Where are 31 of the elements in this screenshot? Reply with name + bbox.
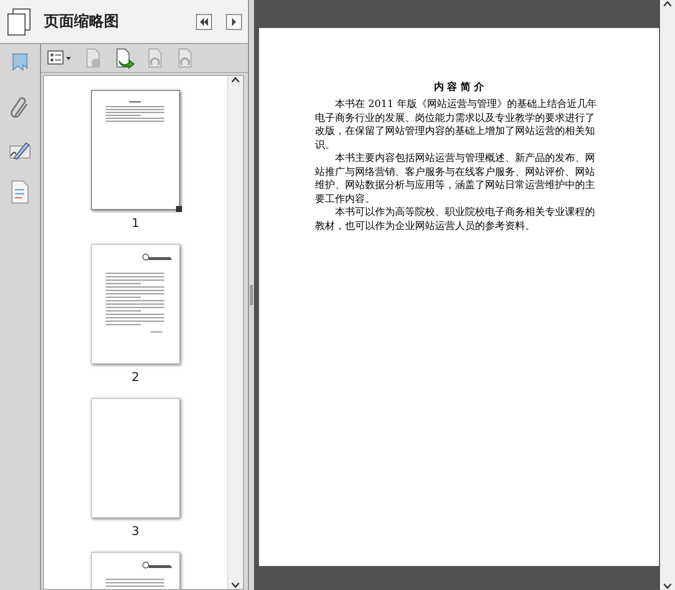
double-left-icon [199,18,209,26]
collapse-button[interactable] [196,14,212,30]
scrollbar[interactable] [227,76,243,589]
page-thumbnail[interactable] [91,398,180,518]
page-number: 3 [132,524,140,538]
scroll-down-icon[interactable] [231,580,240,589]
paragraph: 本书在 2011 年版《网站运营与管理》的基础上结合近几年电子商务行业的发展、岗位能力需求以及专业教学的要求进行了改版，在保留了网站管理内容的基础上增加了网站运营的相关知识。 [315,98,598,152]
scroll-down-icon[interactable] [663,581,672,590]
splitter[interactable] [249,0,254,590]
scroll-up-icon[interactable] [231,76,240,85]
right-icon [230,18,238,26]
page-number: 2 [132,370,140,384]
page-thumbnail-drawing [106,101,164,122]
page-heading: 内 容 简 介 [432,80,486,94]
panel-title: 页面缩略图 [44,12,120,31]
scrollbar[interactable] [660,0,675,590]
options-icon [47,50,73,66]
resize-handle[interactable] [176,206,182,212]
document-icon[interactable] [10,180,30,204]
expand-button[interactable] [226,14,242,30]
page-thumbnail-drawing [106,562,172,587]
page-number: 1 [132,216,140,230]
pen-icon[interactable] [8,140,32,162]
page-thumbnail[interactable] [91,90,180,210]
paragraph: 本书可以作为高等院校、职业院校电子商务相关专业课程的教材，也可以作为企业网站运营人员的参考资料。 [315,206,596,233]
page-thumbnail[interactable] [91,244,180,364]
toolbar-button[interactable] [47,50,73,66]
grip-icon[interactable] [250,285,253,305]
pages-icon [6,8,32,36]
paragraph: 本书主要内容包括网站运营与管理概述、新产品的发布、网站推广与网络营销、客户服务与在线客户服务、网站评价、网站维护、网站数据分析与应用等，涵盖了网站日常运营维护中的主要工作内容。 [315,152,596,206]
scroll-up-icon[interactable] [663,0,672,9]
